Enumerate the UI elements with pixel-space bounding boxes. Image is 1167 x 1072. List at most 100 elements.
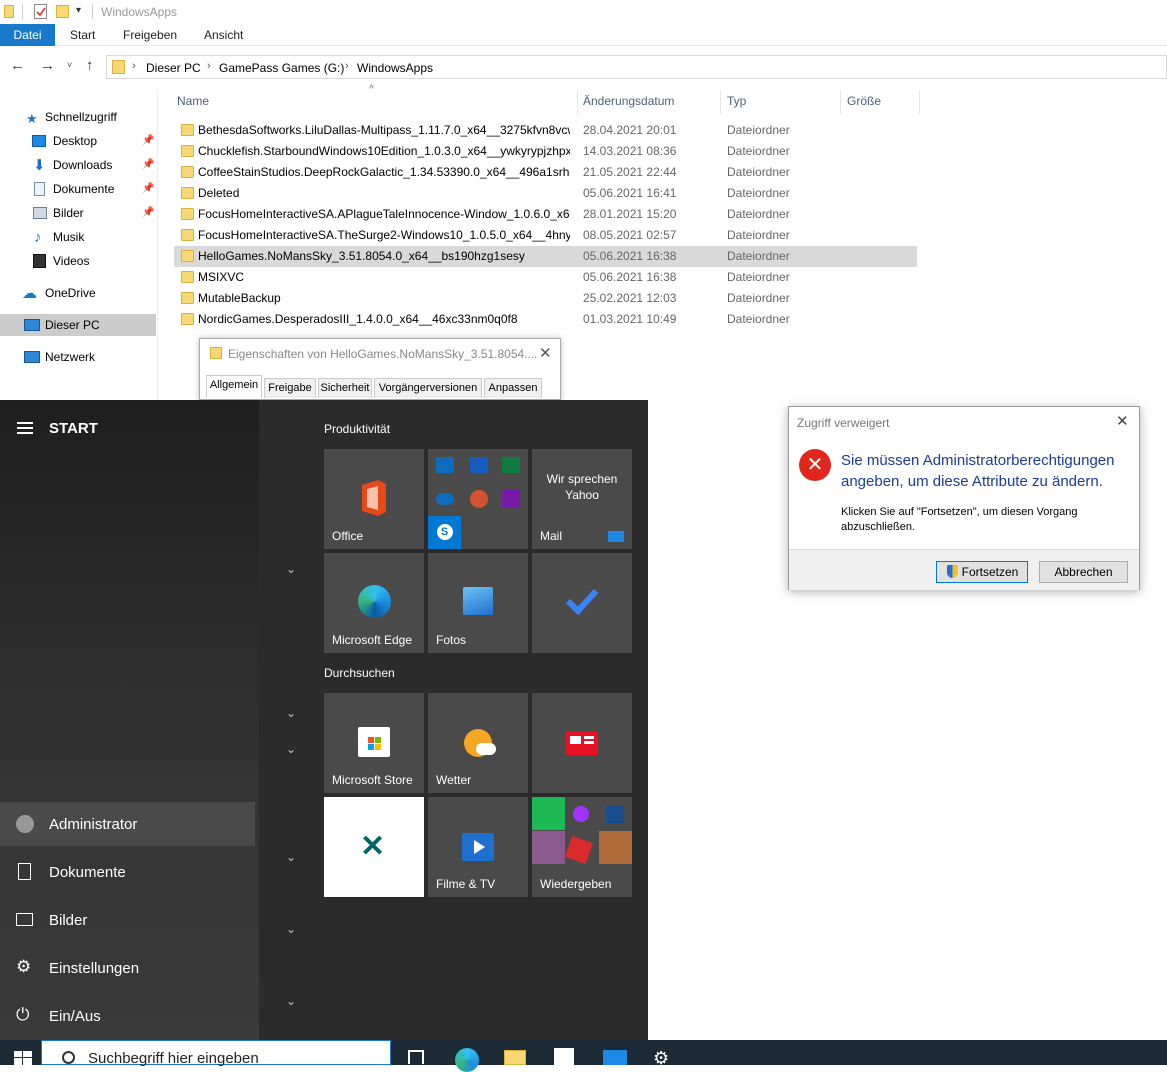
tile-microsoft-store[interactable]: Microsoft Store [324,693,424,793]
taskbar-search[interactable]: Suchbegriff hier eingeben [41,1040,391,1067]
nav-item-dieser-pc[interactable]: Dieser PC [0,314,156,336]
onenote-icon[interactable] [502,490,520,508]
spotify-icon[interactable] [532,797,565,830]
edge-icon[interactable] [455,1048,479,1072]
excel-icon[interactable] [502,457,520,473]
solitaire-icon[interactable] [606,805,624,823]
tile-mail[interactable]: Wir sprechen Yahoo Mail [532,449,632,549]
column-divider[interactable] [840,90,841,114]
messenger-icon[interactable] [573,806,589,822]
outlook-icon[interactable] [436,457,454,473]
tab-ansicht[interactable]: Ansicht [204,24,243,46]
forward-arrow-icon[interactable]: → [40,57,55,74]
file-row[interactable]: MSIXVC 05.06.2021 16:38 Dateiordner [174,267,917,288]
start-item-bilder[interactable]: Bilder [0,898,255,942]
file-row[interactable]: NordicGames.DesperadosIII_1.4.0.0_x64__4… [174,309,917,330]
tab-sicherheit[interactable]: Sicherheit [318,378,372,398]
game-tile-icon[interactable] [532,831,565,864]
skype-icon[interactable]: S [428,516,461,549]
tab-freigeben[interactable]: Freigeben [123,24,177,46]
column-header-type[interactable]: Typ [727,94,746,112]
nav-item-dokumente[interactable]: Dokumente 📌 [0,178,156,200]
tile-news[interactable] [532,693,632,793]
chevron-down-icon[interactable]: ⌄ [286,706,296,720]
file-row[interactable]: FocusHomeInteractiveSA.APlagueTaleInnoce… [174,204,917,225]
gear-icon[interactable]: ⚙ [653,1048,669,1069]
breadcrumb-drive[interactable]: GamePass Games (G:) [219,61,344,75]
properties-icon[interactable] [34,4,47,19]
game-tile-icon[interactable] [599,831,632,864]
tab-vorgaengerversionen[interactable]: Vorgängerversionen [374,378,482,398]
nav-item-bilder[interactable]: Bilder 📌 [0,202,156,224]
recent-locations-icon[interactable]: ˅ [67,60,72,70]
folder-icon[interactable] [4,5,14,18]
nav-item-musik[interactable]: ♪ Musik [0,226,156,248]
nav-item-downloads[interactable]: ⬇ Downloads 📌 [0,154,156,176]
back-arrow-icon[interactable]: ← [10,57,25,74]
tile-xing[interactable]: ✕ [324,797,424,897]
computer-icon [24,319,40,331]
search-input[interactable]: Suchbegriff hier eingeben [88,1050,259,1067]
breadcrumb-dieser-pc[interactable]: Dieser PC [146,61,201,75]
roblox-icon[interactable] [564,835,594,865]
chevron-down-icon[interactable]: ⌄ [286,850,296,864]
file-row[interactable]: Chucklefish.StarboundWindows10Edition_1.… [174,141,917,162]
file-row[interactable]: Deleted 05.06.2021 16:41 Dateiordner [174,183,917,204]
tab-allgemein[interactable]: Allgemein [206,375,262,398]
chevron-down-icon[interactable]: ⌄ [286,994,296,1008]
powerpoint-icon[interactable] [470,490,488,508]
nav-item-netzwerk[interactable]: Netzwerk [0,346,156,368]
tile-wiedergeben[interactable]: Wiedergeben [532,797,632,897]
tile-office[interactable]: Office [324,449,424,549]
nav-item-desktop[interactable]: Desktop 📌 [0,130,156,152]
file-row[interactable]: MutableBackup 25.02.2021 12:03 Dateiordner [174,288,917,309]
windows-start-icon[interactable] [14,1051,32,1065]
word-icon[interactable] [470,457,488,473]
file-row[interactable]: BethesdaSoftworks.LiluDallas-Multipass_1… [174,120,917,141]
cancel-button[interactable]: Abbrechen [1039,561,1128,583]
hamburger-icon[interactable] [17,422,33,434]
tile-filme-tv[interactable]: Filme & TV [428,797,528,897]
file-explorer-icon[interactable] [504,1050,526,1065]
new-folder-icon[interactable] [56,5,69,18]
continue-button[interactable]: Fortsetzen [936,561,1028,583]
chevron-down-icon[interactable]: ⌄ [286,922,296,936]
task-view-icon[interactable] [408,1050,424,1064]
tab-freigabe[interactable]: Freigabe [264,378,316,398]
nav-item-videos[interactable]: Videos [0,250,156,272]
chevron-down-icon[interactable]: ⌄ [286,562,296,576]
store-icon[interactable] [554,1048,574,1065]
file-row-selected[interactable]: HelloGames.NoMansSky_3.51.8054.0_x64__bs… [174,246,917,267]
column-divider[interactable] [577,90,578,114]
chevron-down-icon[interactable]: ⌄ [286,742,296,756]
column-divider[interactable] [919,90,920,114]
start-item-ein-aus[interactable]: ⏻ Ein/Aus [0,994,255,1038]
column-divider[interactable] [720,90,721,114]
column-header-size[interactable]: Größe [847,94,881,112]
tab-datei[interactable]: Datei [0,24,55,46]
address-bar[interactable]: › Dieser PC › GamePass Games (G:) › Wind… [106,55,1167,79]
start-item-dokumente[interactable]: Dokumente [0,850,255,894]
mail-icon[interactable] [603,1050,627,1065]
tab-start[interactable]: Start [70,24,95,46]
start-item-einstellungen[interactable]: ⚙ Einstellungen [0,946,255,990]
nav-item-onedrive[interactable]: ☁ OneDrive [0,282,156,304]
tile-todo[interactable] [532,553,632,653]
file-row[interactable]: FocusHomeInteractiveSA.TheSurge2-Windows… [174,225,917,246]
close-icon[interactable]: ✕ [539,344,552,362]
onedrive-icon[interactable] [436,493,454,505]
column-header-date[interactable]: Änderungsdatum [583,94,674,112]
tile-microsoft-edge[interactable]: Microsoft Edge [324,553,424,653]
tab-anpassen[interactable]: Anpassen [484,378,542,398]
start-user-administrator[interactable]: Administrator [0,802,255,846]
nav-item-schnellzugriff[interactable]: ★ Schnellzugriff [0,106,156,128]
tile-office-apps[interactable]: S [428,449,528,549]
close-icon[interactable]: ✕ [1116,412,1129,430]
breadcrumb-windowsapps[interactable]: WindowsApps [357,61,433,75]
column-header-name[interactable]: Name [177,94,209,112]
tile-wetter[interactable]: Wetter [428,693,528,793]
tile-fotos[interactable]: Fotos [428,553,528,653]
customize-qat-icon[interactable]: ▾ [76,5,81,16]
up-arrow-icon[interactable]: ↑ [86,57,94,74]
file-row[interactable]: CoffeeStainStudios.DeepRockGalactic_1.34… [174,162,917,183]
